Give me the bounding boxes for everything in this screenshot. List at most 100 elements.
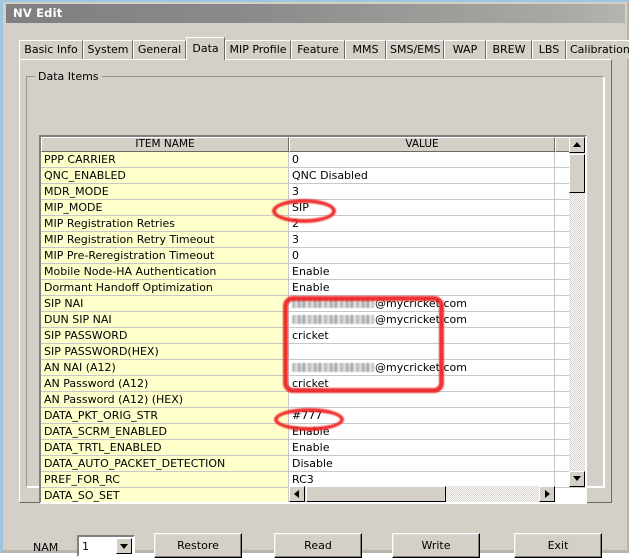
table-row[interactable]: MDR_MODE 3: [41, 184, 585, 200]
nv-items-grid[interactable]: PPP CARRIER 0 QNC_ENABLED QNC Disabled MDR_M…: [39, 135, 587, 504]
table-row[interactable]: SIP PASSWORD cricket: [41, 328, 585, 344]
cell-value[interactable]: 3: [289, 184, 555, 200]
cell-item-name[interactable]: AN Password (A12): [41, 376, 289, 392]
table-row[interactable]: AN NAI (A12) @mycricket.com: [41, 360, 585, 376]
cell-value[interactable]: Disable: [289, 456, 555, 472]
table-row[interactable]: QNC_ENABLED QNC Disabled: [41, 168, 585, 184]
nv-items-grid-body[interactable]: PPP CARRIER 0 QNC_ENABLED QNC Disabled MDR_M…: [41, 152, 585, 502]
cell-item-name[interactable]: QNC_ENABLED: [41, 168, 289, 184]
cell-item-name[interactable]: DUN SIP NAI: [41, 312, 289, 328]
cell-item-name[interactable]: Dormant Handoff Optimization: [41, 280, 289, 296]
tab-lbs[interactable]: LBS: [532, 40, 566, 59]
window-client-area: Basic Info System General Data MIP Profile Fe…: [6, 23, 629, 558]
table-row[interactable]: MIP Pre-Reregistration Timeout 0: [41, 248, 585, 264]
nam-label: NAM: [33, 541, 59, 554]
cell-item-name[interactable]: SIP PASSWORD(HEX): [41, 344, 289, 360]
tab-general[interactable]: General: [133, 40, 186, 59]
cell-item-name[interactable]: MIP_MODE: [41, 200, 289, 216]
vertical-scroll-thumb[interactable]: [569, 154, 585, 193]
cell-item-name[interactable]: SIP NAI: [41, 296, 289, 312]
table-row[interactable]: AN Password (A12) (HEX): [41, 392, 585, 408]
exit-button[interactable]: Exit: [514, 533, 602, 558]
cell-value[interactable]: @mycricket.com: [289, 296, 555, 312]
table-row[interactable]: DATA_TRTL_ENABLED Enable: [41, 440, 585, 456]
column-header-value[interactable]: VALUE: [289, 137, 555, 152]
grid-vertical-scrollbar[interactable]: [569, 137, 585, 487]
cell-item-name[interactable]: Mobile Node-HA Authentication: [41, 264, 289, 280]
cell-item-name[interactable]: MIP Registration Retry Timeout: [41, 232, 289, 248]
tab-mms[interactable]: MMS: [345, 40, 386, 59]
cell-value[interactable]: Enable: [289, 424, 555, 440]
nam-selected-value: 1: [82, 540, 89, 553]
cell-item-name[interactable]: MDR_MODE: [41, 184, 289, 200]
table-row[interactable]: MIP Registration Retries 2: [41, 216, 585, 232]
table-row[interactable]: Mobile Node-HA Authentication Enable: [41, 264, 585, 280]
cell-item-name[interactable]: PREF_FOR_RC: [41, 472, 289, 488]
table-row[interactable]: DATA_AUTO_PACKET_DETECTION Disable: [41, 456, 585, 472]
tab-calibration[interactable]: Calibration: [566, 40, 629, 59]
table-row[interactable]: DUN SIP NAI @mycricket.com: [41, 312, 585, 328]
scroll-right-button[interactable]: [539, 486, 555, 502]
tab-system[interactable]: System: [83, 40, 133, 59]
table-row[interactable]: AN Password (A12) cricket: [41, 376, 585, 392]
cell-item-name[interactable]: MIP Pre-Reregistration Timeout: [41, 248, 289, 264]
tab-sms-ems[interactable]: SMS/EMS: [386, 40, 444, 59]
table-row[interactable]: MIP Registration Retry Timeout 3: [41, 232, 585, 248]
cell-value[interactable]: SIP: [289, 200, 555, 216]
cell-value[interactable]: 0: [289, 152, 555, 168]
scroll-down-button[interactable]: [569, 471, 585, 487]
cell-value[interactable]: 2: [289, 216, 555, 232]
cell-value[interactable]: @mycricket.com: [289, 312, 555, 328]
table-row[interactable]: SIP PASSWORD(HEX): [41, 344, 585, 360]
cell-value[interactable]: 3: [289, 232, 555, 248]
table-row[interactable]: Dormant Handoff Optimization Enable: [41, 280, 585, 296]
cell-value[interactable]: Enable: [289, 280, 555, 296]
tab-strip[interactable]: Basic Info System General Data MIP Profile Fe…: [19, 36, 629, 60]
cell-item-name[interactable]: AN NAI (A12): [41, 360, 289, 376]
restore-button[interactable]: Restore: [154, 533, 242, 558]
cell-value[interactable]: @mycricket.com: [289, 360, 555, 376]
cell-item-name[interactable]: PPP CARRIER: [41, 152, 289, 168]
tab-wap[interactable]: WAP: [444, 40, 486, 59]
read-button[interactable]: Read: [274, 533, 362, 558]
cell-value[interactable]: Enable: [289, 264, 555, 280]
cell-item-name[interactable]: MIP Registration Retries: [41, 216, 289, 232]
tab-mip-profile[interactable]: MIP Profile: [225, 40, 291, 59]
table-row[interactable]: MIP_MODE SIP: [41, 200, 585, 216]
cell-value[interactable]: [289, 344, 555, 360]
horizontal-scroll-thumb[interactable]: [306, 486, 446, 502]
cell-item-name[interactable]: DATA_AUTO_PACKET_DETECTION: [41, 456, 289, 472]
scroll-up-button[interactable]: [569, 137, 585, 153]
write-button[interactable]: Write: [392, 533, 480, 558]
tab-brew[interactable]: BREW: [486, 40, 532, 59]
cell-item-name[interactable]: DATA_SCRM_ENABLED: [41, 424, 289, 440]
grid-horizontal-scrollbar[interactable]: [289, 486, 555, 502]
cell-value[interactable]: #777: [289, 408, 555, 424]
cell-value[interactable]: [289, 392, 555, 408]
cell-value[interactable]: 0: [289, 248, 555, 264]
cell-extra[interactable]: [555, 488, 585, 502]
column-header-item-name[interactable]: ITEM NAME: [41, 137, 289, 152]
cell-item-name[interactable]: DATA_TRTL_ENABLED: [41, 440, 289, 456]
window-title: NV Edit: [13, 6, 63, 20]
cell-value[interactable]: Enable: [289, 440, 555, 456]
chevron-down-icon: [120, 544, 128, 549]
chevron-up-icon: [573, 142, 581, 147]
nam-select[interactable]: 1: [77, 535, 135, 557]
cell-item-name[interactable]: DATA_SO_SET: [41, 488, 289, 502]
cell-value[interactable]: QNC Disabled: [289, 168, 555, 184]
cell-value[interactable]: cricket: [289, 328, 555, 344]
table-row[interactable]: PPP CARRIER 0: [41, 152, 585, 168]
table-row[interactable]: DATA_SCRM_ENABLED Enable: [41, 424, 585, 440]
cell-value[interactable]: cricket: [289, 376, 555, 392]
cell-item-name[interactable]: SIP PASSWORD: [41, 328, 289, 344]
nam-dropdown-button[interactable]: [116, 538, 132, 554]
tab-data[interactable]: Data: [186, 37, 225, 60]
tab-basic-info[interactable]: Basic Info: [19, 40, 83, 59]
tab-feature[interactable]: Feature: [291, 40, 345, 59]
cell-item-name[interactable]: DATA_PKT_ORIG_STR: [41, 408, 289, 424]
table-row[interactable]: SIP NAI @mycricket.com: [41, 296, 585, 312]
scroll-left-button[interactable]: [289, 486, 305, 502]
table-row[interactable]: DATA_PKT_ORIG_STR #777: [41, 408, 585, 424]
cell-item-name[interactable]: AN Password (A12) (HEX): [41, 392, 289, 408]
